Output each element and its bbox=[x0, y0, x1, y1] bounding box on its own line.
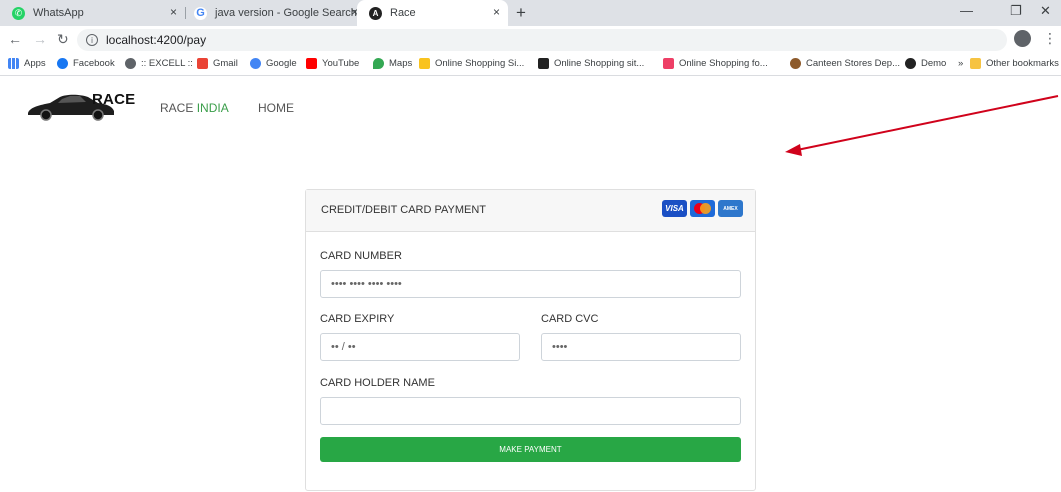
whatsapp-icon: ✆ bbox=[12, 6, 25, 20]
bookmark-canteen[interactable]: Canteen Stores Dep... bbox=[790, 58, 900, 69]
payment-card: CREDIT/DEBIT CARD PAYMENT VISA AMEX CARD… bbox=[305, 189, 756, 491]
more-menu-icon[interactable]: ⋮ bbox=[1043, 30, 1057, 47]
folder-icon bbox=[970, 58, 981, 69]
bookmark-flipkart[interactable]: Online Shopping Si... bbox=[419, 58, 524, 69]
accepted-cards: VISA AMEX bbox=[662, 200, 743, 217]
address-bar[interactable]: i localhost:4200/pay bbox=[77, 29, 1007, 51]
angular-icon: A bbox=[369, 6, 382, 20]
youtube-icon bbox=[306, 58, 317, 69]
maps-pin-icon bbox=[373, 58, 384, 69]
new-tab-button[interactable]: + bbox=[516, 3, 526, 23]
tab-strip: ✆ WhatsApp × G java version - Google Sea… bbox=[0, 0, 1061, 26]
bookmark-google[interactable]: Google bbox=[250, 58, 297, 69]
tab-google-search[interactable]: G java version - Google Search × bbox=[186, 0, 366, 26]
angular-icon bbox=[905, 58, 916, 69]
bookmarks-overflow-button[interactable]: » bbox=[958, 58, 963, 69]
mastercard-icon bbox=[690, 200, 715, 217]
myntra-icon bbox=[663, 58, 674, 69]
bookmark-amazon[interactable]: Online Shopping sit... bbox=[538, 58, 644, 69]
amazon-icon bbox=[538, 58, 549, 69]
nav-link-race-india[interactable]: RACE INDIA bbox=[160, 101, 229, 115]
google-icon bbox=[250, 58, 261, 69]
tab-title: java version - Google Search bbox=[215, 7, 357, 19]
card-expiry-input[interactable] bbox=[320, 333, 520, 361]
restore-icon[interactable]: ❐ bbox=[1010, 3, 1022, 19]
make-payment-button[interactable]: MAKE PAYMENT bbox=[320, 437, 741, 462]
minimize-icon[interactable]: — bbox=[960, 3, 973, 18]
bookmark-other[interactable]: Other bookmarks bbox=[970, 58, 1059, 69]
tab-close-icon[interactable]: × bbox=[493, 5, 500, 19]
amex-icon: AMEX bbox=[718, 200, 743, 217]
canteen-icon bbox=[790, 58, 801, 69]
card-holder-label: CARD HOLDER NAME bbox=[320, 377, 435, 389]
card-number-label: CARD NUMBER bbox=[320, 250, 402, 262]
bookmark-youtube[interactable]: YouTube bbox=[306, 58, 359, 69]
payment-title: CREDIT/DEBIT CARD PAYMENT bbox=[321, 204, 487, 216]
window-close-icon[interactable]: ✕ bbox=[1040, 3, 1051, 19]
card-number-input[interactable] bbox=[320, 270, 741, 298]
payment-card-header: CREDIT/DEBIT CARD PAYMENT VISA AMEX bbox=[306, 190, 755, 232]
card-expiry-label: CARD EXPIRY bbox=[320, 313, 395, 325]
apps-grid-icon bbox=[8, 58, 19, 69]
card-cvc-input[interactable] bbox=[541, 333, 741, 361]
forward-arrow-icon[interactable]: → bbox=[33, 31, 47, 47]
globe-icon bbox=[125, 58, 136, 69]
url-text: localhost:4200/pay bbox=[106, 33, 207, 47]
reload-icon[interactable]: ↻ bbox=[57, 31, 69, 48]
browser-toolbar: ← → ↻ i localhost:4200/pay ⋮ bbox=[0, 26, 1061, 54]
tab-close-icon[interactable]: × bbox=[170, 5, 177, 19]
card-cvc-label: CARD CVC bbox=[541, 313, 599, 325]
facebook-icon bbox=[57, 58, 68, 69]
bookmark-excell[interactable]: :: EXCELL :: bbox=[125, 58, 193, 69]
google-icon: G bbox=[194, 6, 207, 20]
nav-link-home[interactable]: HOME bbox=[258, 101, 294, 115]
visa-icon: VISA bbox=[662, 200, 687, 217]
bookmarks-bar: Apps Facebook :: EXCELL :: Gmail Google … bbox=[0, 54, 1061, 76]
tab-title: Race bbox=[390, 7, 416, 19]
back-arrow-icon[interactable]: ← bbox=[8, 31, 22, 47]
card-holder-input[interactable] bbox=[320, 397, 741, 425]
bookmark-myntra[interactable]: Online Shopping fo... bbox=[663, 58, 768, 69]
tab-race[interactable]: A Race × bbox=[357, 0, 508, 26]
bookmark-maps[interactable]: Maps bbox=[373, 58, 412, 69]
profile-avatar-icon[interactable] bbox=[1014, 30, 1031, 47]
bookmark-demo[interactable]: Demo bbox=[905, 58, 946, 69]
flipkart-icon bbox=[419, 58, 430, 69]
bookmark-facebook[interactable]: Facebook bbox=[57, 58, 115, 69]
gmail-icon bbox=[197, 58, 208, 69]
tab-title: WhatsApp bbox=[33, 7, 84, 19]
site-navbar: RACE RACE INDIA HOME bbox=[0, 77, 1061, 133]
page: RACE RACE INDIA HOME CREDIT/DEBIT CARD P… bbox=[0, 77, 1061, 492]
logo-text: RACE bbox=[92, 91, 136, 108]
bookmark-apps[interactable]: Apps bbox=[8, 58, 46, 69]
bookmark-gmail[interactable]: Gmail bbox=[197, 58, 238, 69]
tab-whatsapp[interactable]: ✆ WhatsApp × bbox=[0, 0, 185, 26]
site-info-icon[interactable]: i bbox=[86, 34, 98, 46]
